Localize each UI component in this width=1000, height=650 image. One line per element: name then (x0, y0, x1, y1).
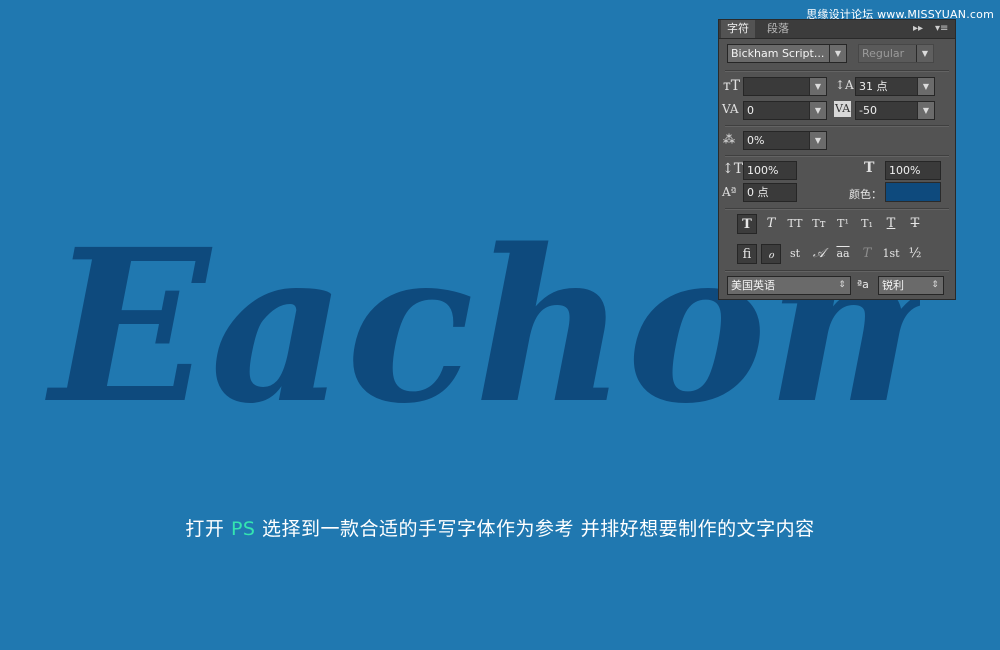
fractions-button[interactable]: ½ (905, 244, 925, 264)
small-caps-icon: Tт (812, 217, 826, 230)
leading-field[interactable]: 31 点 ▼ (855, 77, 935, 96)
strikethrough-icon: T (910, 216, 920, 231)
updown-chevron-icon: ⇕ (838, 280, 846, 290)
color-label: 颜色： (849, 188, 882, 201)
vertical-scale-value: 100% (747, 164, 779, 177)
divider (725, 270, 949, 272)
stylistic-alternates-button[interactable]: aa (833, 244, 853, 264)
faux-bold-icon: T (742, 217, 752, 232)
tab-character[interactable]: 字符 (721, 20, 755, 38)
stylistic-alternates-icon: aa (836, 247, 850, 260)
chevron-down-icon: ▼ (829, 45, 846, 62)
divider (725, 208, 949, 210)
ordinals-button[interactable]: 1st (881, 244, 901, 264)
divider (725, 125, 949, 127)
tsume-value: 0% (747, 134, 765, 147)
chevron-down-icon: ▼ (809, 78, 826, 95)
chevron-down-icon: ▼ (809, 102, 826, 119)
small-caps-button[interactable]: Tт (809, 214, 829, 234)
horizontal-scale-field[interactable]: 100% (885, 161, 941, 180)
chevron-down-icon: ▼ (917, 78, 934, 95)
subscript-icon: T₁ (861, 217, 873, 230)
all-caps-icon: TT (787, 217, 803, 230)
baseline-shift-icon: Aª (722, 185, 737, 199)
baseline-shift-value: 0 点 (747, 186, 769, 199)
caption-after: 选择到一款合适的手写字体作为参考 并排好想要制作的文字内容 (255, 518, 815, 540)
color-swatch[interactable] (885, 182, 941, 202)
superscript-button[interactable]: T¹ (833, 214, 853, 234)
baseline-shift-field[interactable]: 0 点 (743, 183, 797, 202)
subscript-button[interactable]: T₁ (857, 214, 877, 234)
tsume-icon: ⁂ (723, 132, 735, 146)
discretionary-ligatures-button[interactable]: st (785, 244, 805, 264)
antialias-value: 锐利 (882, 279, 904, 292)
titling-alternates-button[interactable]: T (857, 244, 877, 264)
font-style-value: Regular (862, 47, 905, 60)
ligatures-button[interactable]: ﬁ (737, 244, 757, 264)
faux-italic-icon: T (766, 216, 776, 231)
font-style-select[interactable]: Regular ▼ (858, 44, 934, 63)
panel-tabbar: 字符 段落 ▸▸ ▾≡ (719, 20, 955, 39)
divider (725, 70, 949, 72)
tab-paragraph[interactable]: 段落 (761, 20, 795, 38)
titling-alternates-icon: T (862, 246, 872, 261)
antialias-select[interactable]: 锐利 ⇕ (878, 276, 944, 295)
caption-before: 打开 (185, 518, 231, 540)
fractions-icon: ½ (908, 246, 922, 261)
language-select[interactable]: 美国英语 ⇕ (727, 276, 851, 295)
font-size-icon: ᴛT (723, 78, 741, 94)
vertical-scale-field[interactable]: 100% (743, 161, 797, 180)
font-family-value: Bickham Script... (731, 47, 825, 60)
chevron-down-icon: ▼ (916, 45, 933, 62)
horizontal-scale-icon: T (864, 160, 875, 176)
vertical-scale-icon: ↕T (722, 161, 744, 177)
underline-icon: T (886, 216, 896, 231)
ligatures-icon: ﬁ (742, 247, 752, 262)
caption-highlight: PS (230, 518, 256, 540)
contextual-alternates-icon: ℴ (767, 247, 774, 262)
swash-icon: 𝒜 (812, 246, 826, 261)
updown-chevron-icon: ⇕ (931, 280, 939, 290)
character-panel: 字符 段落 ▸▸ ▾≡ Bickham Script... ▼ Regular … (718, 19, 956, 300)
underline-button[interactable]: T (881, 214, 901, 234)
leading-value: 31 点 (859, 80, 888, 93)
discretionary-ligatures-icon: st (789, 247, 801, 260)
swash-button[interactable]: 𝒜 (809, 244, 829, 264)
all-caps-button[interactable]: TT (785, 214, 805, 234)
kerning-icon: VA (722, 102, 739, 116)
font-family-select[interactable]: Bickham Script... ▼ (727, 44, 847, 63)
tracking-field[interactable]: -50 ▼ (855, 101, 935, 120)
faux-bold-button[interactable]: T (737, 214, 757, 234)
tracking-icon: VA (834, 101, 852, 117)
faux-italic-button[interactable]: T (761, 214, 781, 234)
horizontal-scale-value: 100% (889, 164, 921, 177)
chevron-down-icon: ▼ (917, 102, 934, 119)
kerning-field[interactable]: 0 ▼ (743, 101, 827, 120)
leading-icon: ↕A (835, 78, 854, 92)
ordinals-icon: 1st (882, 247, 900, 260)
tracking-value: -50 (859, 104, 877, 117)
tsume-field[interactable]: 0% ▼ (743, 131, 827, 150)
antialias-label-icon: ªa (857, 278, 869, 291)
collapse-panel-icon[interactable]: ▸▸ (913, 20, 923, 38)
instruction-caption: 打开 PS 选择到一款合适的手写字体作为参考 并排好想要制作的文字内容 (0, 514, 1000, 541)
chevron-down-icon: ▼ (809, 132, 826, 149)
panel-menu-icon[interactable]: ▾≡ (935, 20, 948, 38)
kerning-value: 0 (747, 104, 754, 117)
divider (725, 155, 949, 157)
language-value: 美国英语 (731, 279, 775, 292)
font-size-field[interactable]: ▼ (743, 77, 827, 96)
strikethrough-button[interactable]: T (905, 214, 925, 234)
contextual-alternates-button[interactable]: ℴ (761, 244, 781, 264)
superscript-icon: T¹ (837, 217, 849, 230)
